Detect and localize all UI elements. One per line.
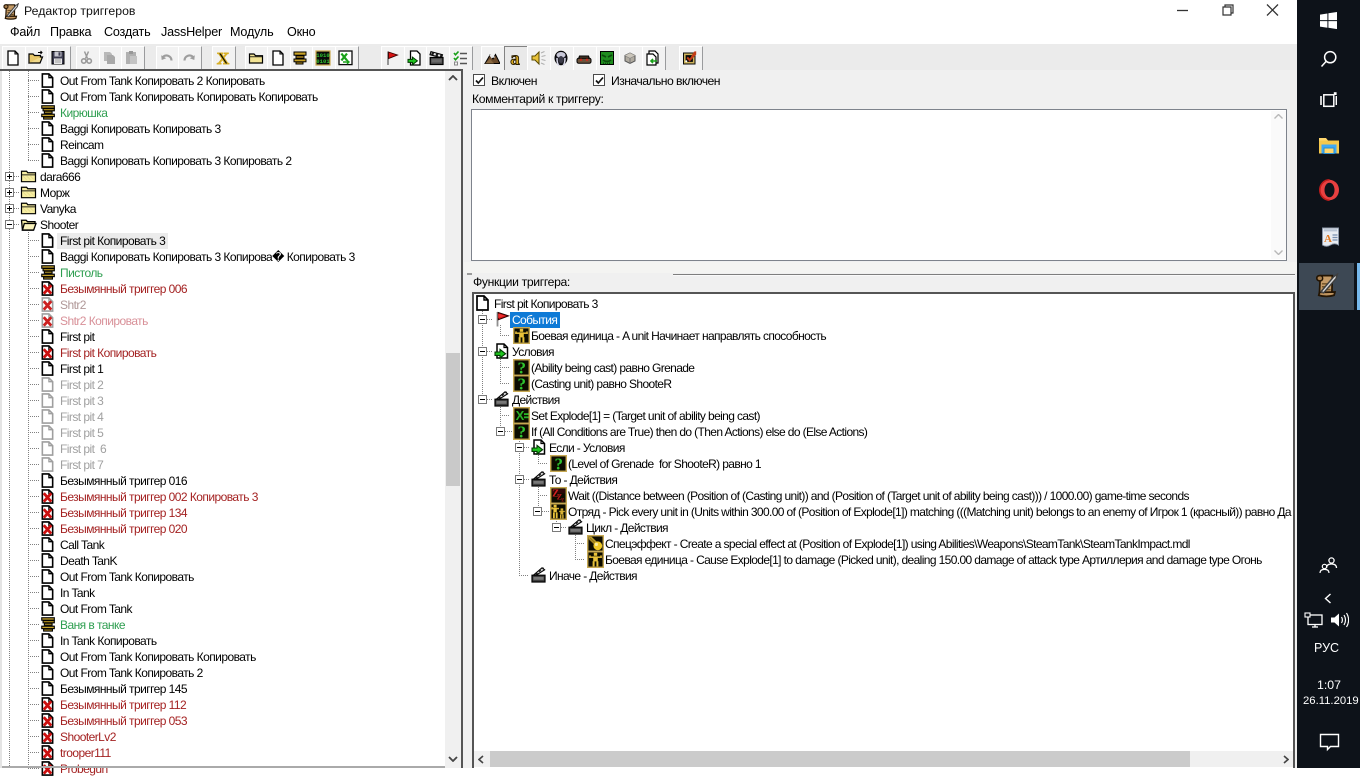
svg-text:A: A [1324, 233, 1332, 245]
svg-text:a: a [510, 50, 520, 66]
svg-text:0101: 0101 [316, 58, 330, 65]
svg-text:X: X [216, 50, 229, 66]
